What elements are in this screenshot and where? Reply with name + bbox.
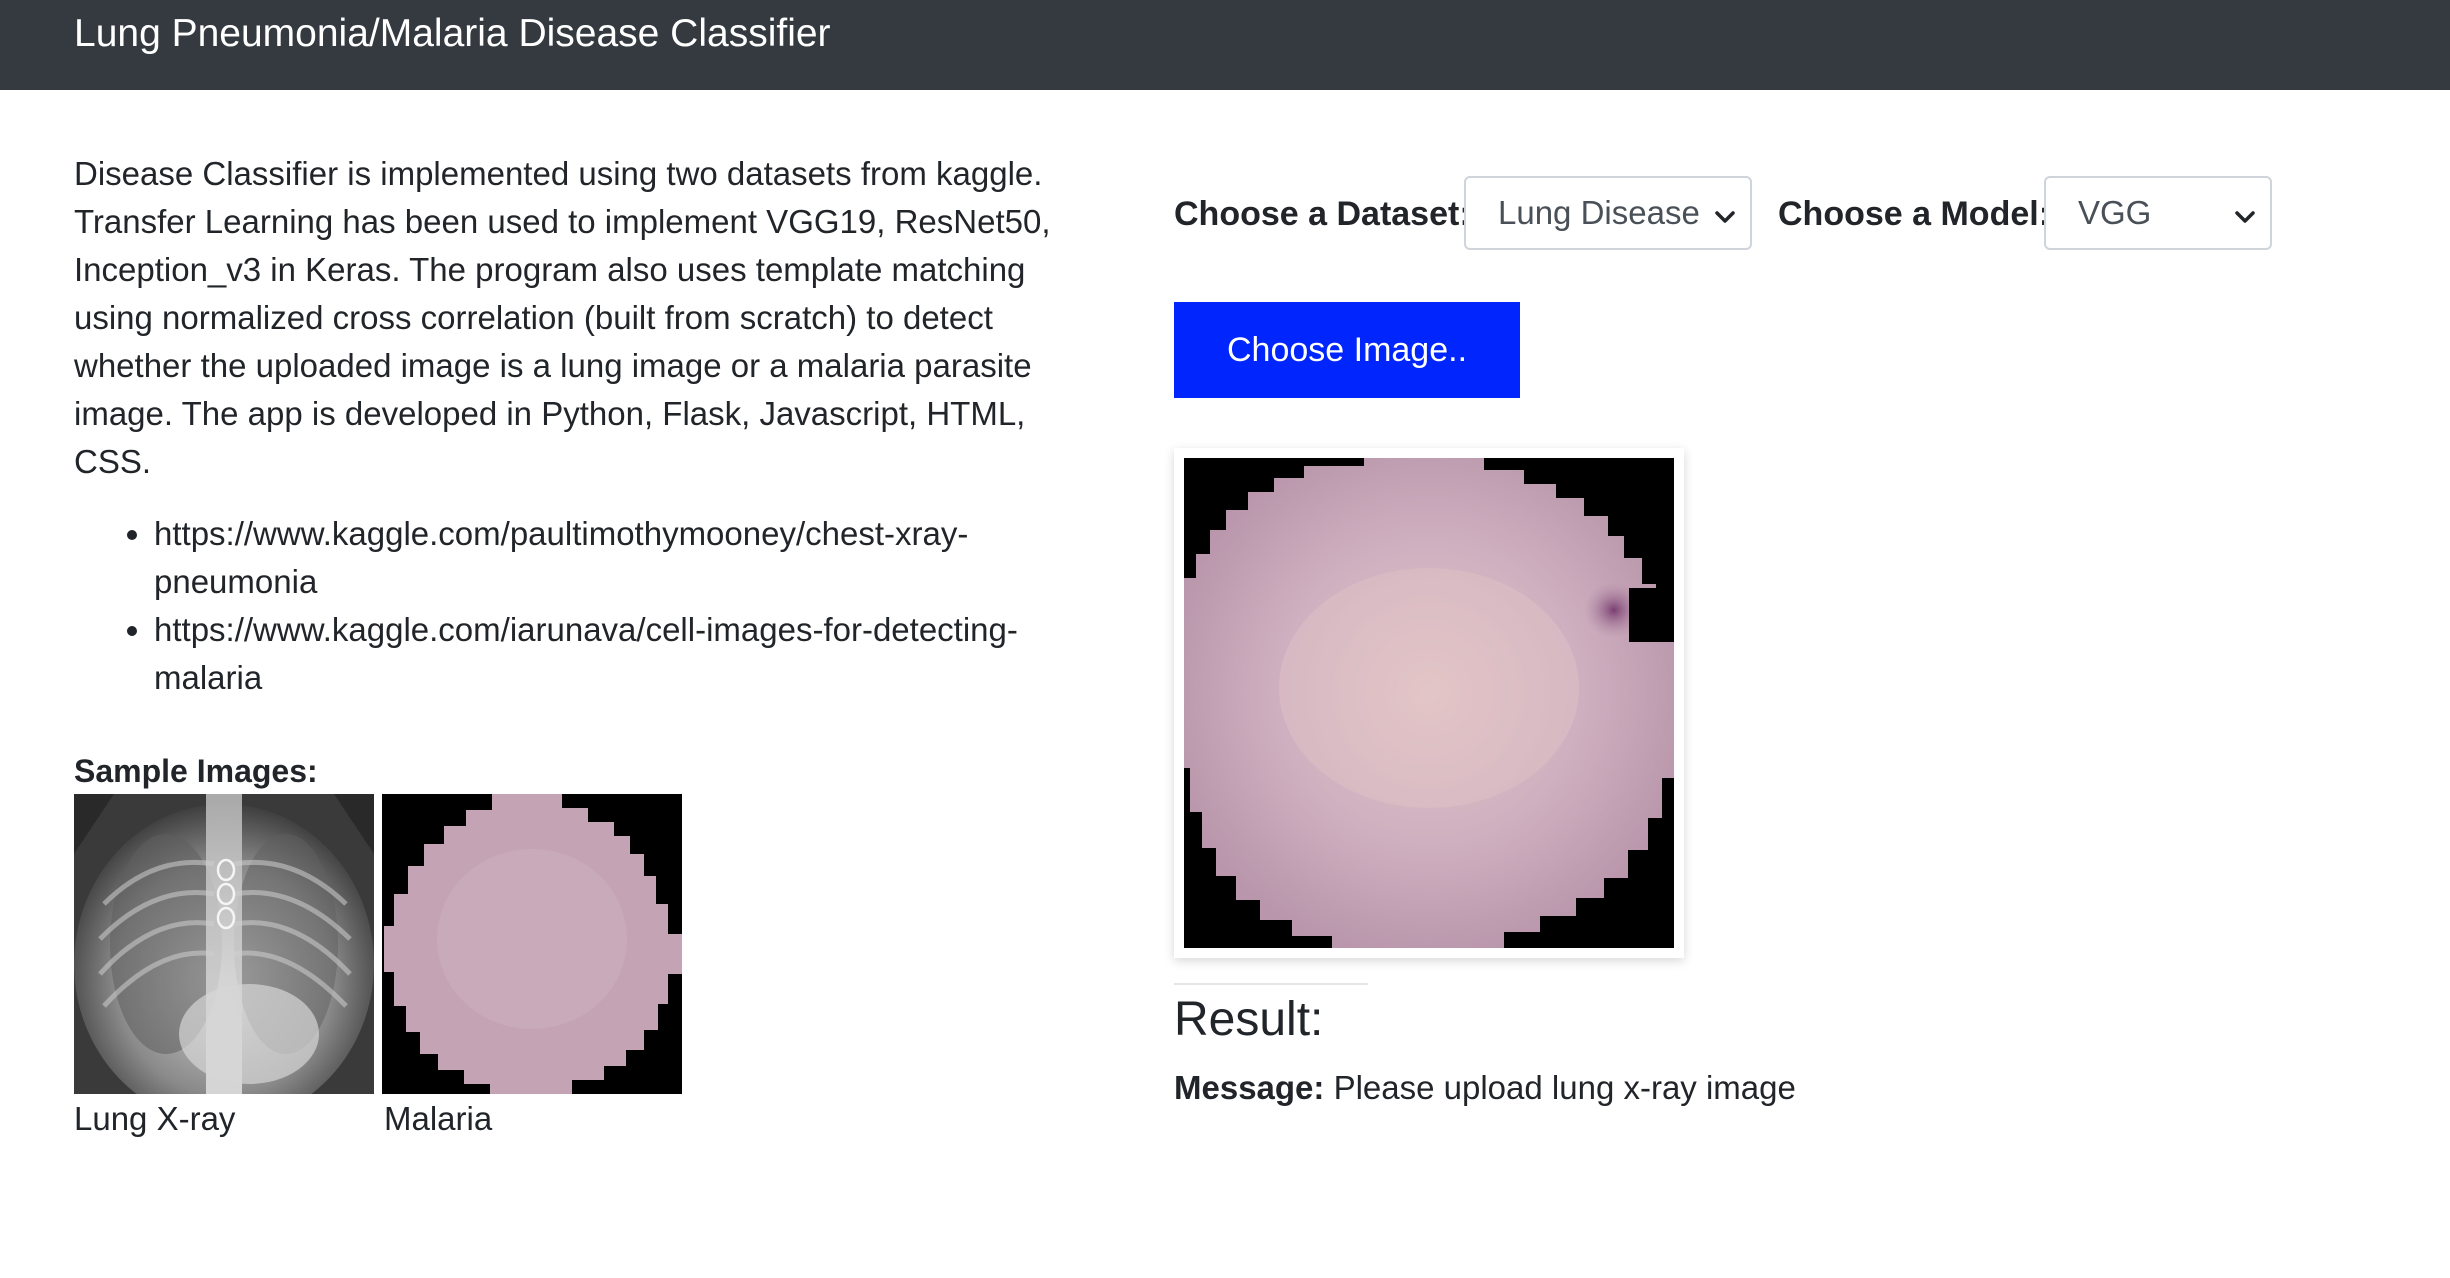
app-title[interactable]: Lung Pneumonia/Malaria Disease Classifie… bbox=[74, 0, 831, 68]
message-text: Please upload lung x-ray image bbox=[1333, 1069, 1796, 1106]
message-label: Message: bbox=[1174, 1069, 1325, 1106]
dataset-link-malaria[interactable]: https://www.kaggle.com/iarunava/cell-ima… bbox=[154, 606, 1054, 702]
dataset-links: https://www.kaggle.com/paultimothymooney… bbox=[74, 510, 1054, 702]
navbar: Lung Pneumonia/Malaria Disease Classifie… bbox=[0, 0, 2450, 90]
dataset-label: Choose a Dataset: bbox=[1174, 195, 1471, 233]
model-select-value: VGG bbox=[2078, 194, 2152, 231]
chevron-down-icon bbox=[1712, 200, 1738, 226]
uploaded-cell-image bbox=[1184, 458, 1674, 948]
intro-section: Disease Classifier is implemented using … bbox=[74, 150, 1054, 702]
sample-image-lung-xray bbox=[74, 794, 374, 1094]
dataset-select-value: Lung Disease bbox=[1498, 194, 1700, 231]
chevron-down-icon bbox=[2232, 200, 2258, 226]
dataset-select[interactable]: Lung Disease bbox=[1464, 176, 1752, 250]
choose-image-button[interactable]: Choose Image.. bbox=[1174, 302, 1520, 398]
caption-lung-xray: Lung X-ray bbox=[74, 1100, 236, 1137]
model-select[interactable]: VGG bbox=[2044, 176, 2272, 250]
sample-image-malaria bbox=[382, 794, 682, 1094]
caption-malaria: Malaria bbox=[384, 1100, 493, 1137]
result-message: Message: Please upload lung x-ray image bbox=[1174, 1066, 1796, 1110]
result-title: Result: bbox=[1174, 993, 1324, 1046]
dataset-link-pneumonia[interactable]: https://www.kaggle.com/paultimothymooney… bbox=[154, 510, 1054, 606]
description-text: Disease Classifier is implemented using … bbox=[74, 155, 1051, 480]
result-divider bbox=[1174, 983, 1368, 985]
model-label: Choose a Model: bbox=[1778, 195, 2051, 233]
uploaded-image-preview bbox=[1174, 448, 1684, 958]
sample-images-title: Sample Images: bbox=[74, 753, 318, 789]
